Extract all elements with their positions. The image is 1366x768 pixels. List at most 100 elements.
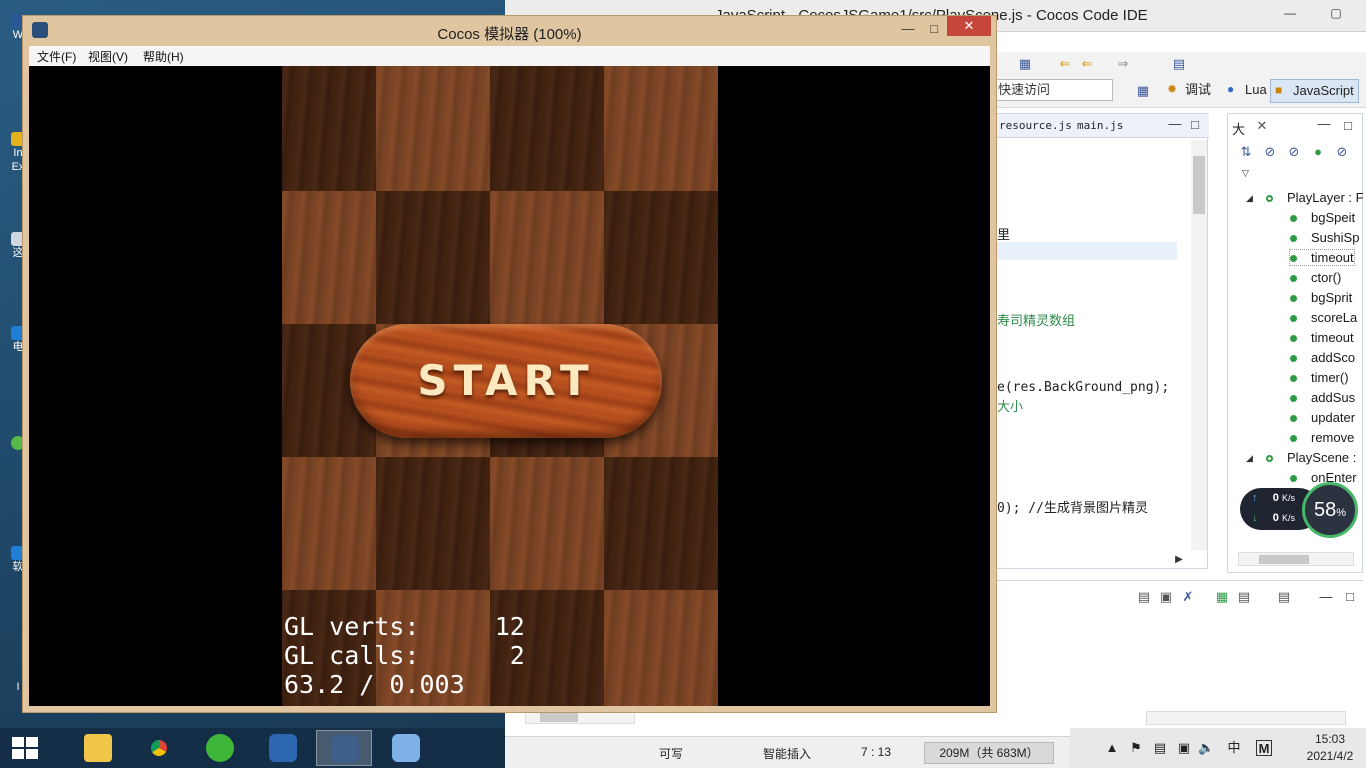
stat-fps: 63.2 / 0.003 <box>284 670 465 699</box>
sort-icon[interactable]: ⇅ <box>1238 144 1254 160</box>
console-horizontal-scrollbar[interactable] <box>1146 711 1346 725</box>
speed-unit: K/s <box>1281 513 1295 523</box>
scrollbar-thumb[interactable] <box>540 713 578 722</box>
open-perspective-icon[interactable]: ▦ <box>1135 83 1151 99</box>
maximize-icon[interactable]: □ <box>1340 118 1356 134</box>
outline-tab[interactable]: 大 <box>1232 119 1245 138</box>
outline-item[interactable]: timeout <box>1290 330 1354 345</box>
open-file-icon[interactable]: ▦ <box>1017 56 1033 72</box>
perspective-lua[interactable]: ● Lua <box>1223 79 1271 103</box>
outline-item[interactable]: bgSprit <box>1290 290 1352 305</box>
current-line-highlight <box>997 242 1177 260</box>
forward-icon[interactable]: ⇒ <box>1115 56 1131 72</box>
maximize-icon[interactable]: □ <box>1187 117 1203 133</box>
taskbar-paint[interactable] <box>378 730 434 766</box>
board-tile <box>604 590 718 706</box>
memory-percent: 58 <box>1313 499 1337 521</box>
pin-icon[interactable]: ▦ <box>1214 589 1230 605</box>
taskbar-chrome[interactable] <box>131 730 187 766</box>
perspective-javascript[interactable]: ■ JavaScript <box>1270 79 1359 103</box>
start-button[interactable]: START <box>350 324 662 438</box>
close-icon[interactable]: ✕ <box>1254 118 1270 134</box>
close-button[interactable]: ✕ <box>947 16 991 36</box>
taskbar-cocos-simulator[interactable] <box>316 730 372 766</box>
outline-item[interactable]: ctor() <box>1290 270 1341 285</box>
quick-access-input[interactable]: 快速访问 <box>993 79 1113 101</box>
show-hidden-icons[interactable]: ▲ <box>1104 740 1120 756</box>
monitor-icon[interactable]: ▣ <box>1176 740 1192 756</box>
menu-view[interactable]: 视图(V) <box>88 48 128 65</box>
memory-usage-gauge[interactable]: 58% <box>1302 482 1358 538</box>
gl-debug-stats: GL verts: 12 GL calls: 2 63.2 / 0.003 <box>284 612 525 699</box>
hide-fields-icon[interactable]: ⊘ <box>1262 144 1278 160</box>
outline-item[interactable]: timer() <box>1290 370 1349 385</box>
display-console-icon[interactable]: ▤ <box>1236 589 1252 605</box>
outline-item[interactable]: SushiSp <box>1290 230 1359 245</box>
outline-item[interactable]: addSus <box>1290 390 1355 405</box>
new-console-icon[interactable]: ▤ <box>1276 589 1292 605</box>
ime-mode[interactable]: M <box>1256 740 1272 756</box>
hide-static-icon[interactable]: ⊘ <box>1286 144 1302 160</box>
board-tile <box>376 457 490 590</box>
tab-resource-js[interactable]: resource.js <box>999 119 1072 132</box>
outline-item[interactable]: PlayScene : <box>1266 450 1356 465</box>
maximize-icon[interactable]: □ <box>1342 589 1358 605</box>
perspective-debug[interactable]: ✹ 调试 <box>1163 79 1215 103</box>
speaker-icon[interactable]: 🔈 <box>1198 740 1214 756</box>
minimize-icon[interactable]: — <box>1167 116 1183 132</box>
board-tile <box>376 66 490 191</box>
taskbar-wechat[interactable] <box>192 730 248 766</box>
clear-console-icon[interactable]: ▤ <box>1136 589 1152 605</box>
tab-main-js[interactable]: main.js <box>1077 119 1123 132</box>
outline-item[interactable]: updater <box>1290 410 1355 425</box>
network-icon[interactable]: ▤ <box>1152 740 1168 756</box>
outline-item[interactable]: remove <box>1290 430 1354 445</box>
taskbar-cocos-code-ide[interactable] <box>255 730 311 766</box>
minimize-button[interactable]: — <box>895 18 921 40</box>
folder-icon <box>84 734 112 762</box>
ime-chinese[interactable]: 中 <box>1226 740 1242 756</box>
speed-unit: K/s <box>1281 493 1295 503</box>
taskbar-file-explorer[interactable] <box>70 730 126 766</box>
heap-status[interactable]: 209M（共 683M） <box>924 742 1054 764</box>
collapse-icon[interactable]: ◢ <box>1246 453 1253 464</box>
prev-edit-icon[interactable]: ⇐ <box>1079 56 1095 72</box>
outline-item[interactable]: PlayLayer : F <box>1266 190 1364 205</box>
percent-sign: % <box>1336 507 1347 519</box>
status-insert-mode: 智能插入 <box>763 747 812 761</box>
minimize-icon[interactable]: — <box>1316 116 1332 132</box>
system-clock[interactable]: 15:03 2021/4/2 <box>1296 731 1364 765</box>
collapse-icon[interactable]: ◢ <box>1246 193 1253 204</box>
menu-file[interactable]: 文件(F) <box>37 48 76 65</box>
settings-icon[interactable]: ✗ <box>1180 589 1196 605</box>
simulator-titlebar[interactable]: Cocos 模拟器 (100%) — □ ✕ <box>23 16 996 46</box>
back-icon[interactable]: ⇐ <box>1057 56 1073 72</box>
maximize-icon[interactable]: ▢ <box>1327 6 1345 20</box>
flag-icon[interactable]: ⚑ <box>1128 740 1144 756</box>
view-menu-icon[interactable]: ▽ <box>1242 168 1249 179</box>
start-menu-icon[interactable] <box>12 737 38 759</box>
paint-icon <box>392 734 420 762</box>
lock-icon[interactable]: ▣ <box>1158 589 1174 605</box>
menu-help[interactable]: 帮助(H) <box>143 48 184 65</box>
scroll-right-icon[interactable]: ▶ <box>1171 552 1187 568</box>
outline-item[interactable]: scoreLa <box>1290 310 1357 325</box>
upload-speed: 0 <box>1272 492 1279 504</box>
scrollbar-thumb[interactable] <box>1259 555 1309 564</box>
minimize-icon[interactable]: — <box>1281 6 1299 20</box>
outline-item[interactable]: bgSpeit <box>1290 210 1355 225</box>
outline-item[interactable]: addSco <box>1290 350 1355 365</box>
maximize-button[interactable]: □ <box>921 18 947 40</box>
outline-horizontal-scrollbar[interactable] <box>1238 552 1354 566</box>
hide-local-icon[interactable]: ⊘ <box>1334 144 1350 160</box>
clock-date: 2021/4/2 <box>1306 749 1354 763</box>
code-editor[interactable]: resource.js main.js — □ 里 寿司精灵数组 e(res.B… <box>996 113 1209 569</box>
network-monitor[interactable]: ↑ 0 K/s ↓ 0 K/s 58% <box>1240 482 1360 538</box>
pin-icon[interactable]: ▤ <box>1171 56 1187 72</box>
editor-vertical-scrollbar[interactable] <box>1191 140 1207 550</box>
hide-nonpublic-icon[interactable]: ● <box>1310 144 1326 160</box>
game-canvas[interactable]: START GL verts: 12 GL calls: 2 63.2 / 0.00… <box>29 66 990 706</box>
outline-item-selected[interactable]: timeout <box>1289 249 1355 266</box>
scrollbar-thumb[interactable] <box>1193 156 1205 214</box>
minimize-icon[interactable]: — <box>1318 589 1334 605</box>
